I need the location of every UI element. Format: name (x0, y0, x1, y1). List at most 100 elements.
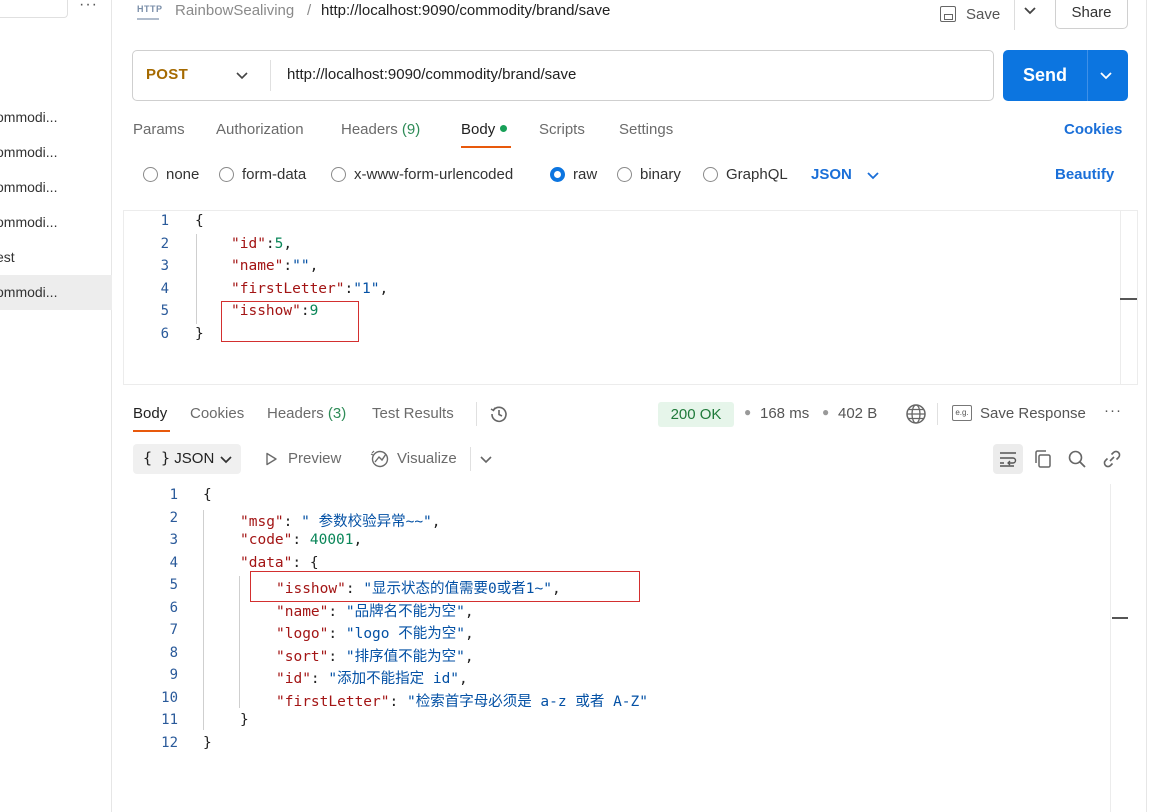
json-colon: : (265, 236, 275, 252)
sidebar-search-box[interactable] (0, 0, 68, 18)
body-type-form-data[interactable]: form-data (219, 166, 306, 183)
visualize-chevron-icon[interactable] (479, 452, 493, 466)
share-button[interactable]: Share (1055, 0, 1128, 29)
panel-divider (1146, 0, 1147, 812)
url-input[interactable]: http://localhost:9090/commodity/brand/sa… (287, 66, 576, 83)
save-button[interactable]: Save (940, 0, 1000, 30)
body-type-none[interactable]: none (143, 166, 199, 183)
json-comma: , (464, 649, 474, 665)
wrap-lines-icon (1000, 452, 1017, 467)
response-time[interactable]: 168 ms (760, 405, 809, 422)
globe-icon[interactable] (905, 403, 927, 425)
code-line: "id": "添加不能指定 id", (276, 671, 468, 687)
response-tab-cookies[interactable]: Cookies (190, 405, 244, 422)
response-more-icon[interactable]: ··· (1104, 402, 1122, 419)
code-line: "code": 40001, (240, 532, 363, 548)
sidebar-item[interactable]: ommodi... (0, 170, 112, 205)
meta-divider (937, 403, 938, 425)
line-number: 5 (169, 577, 178, 593)
json-value: "1" (353, 281, 380, 297)
cookies-link[interactable]: Cookies (1064, 121, 1122, 138)
response-tab-headers[interactable]: Headers (3) (267, 405, 346, 422)
body-type-binary[interactable]: binary (617, 166, 681, 183)
send-options-chevron-icon[interactable] (1099, 68, 1113, 82)
line-number: 6 (169, 600, 178, 616)
format-chevron-down-icon[interactable] (866, 168, 880, 182)
save-response-button[interactable]: Save Response (980, 405, 1086, 422)
json-comma: , (309, 258, 319, 274)
visualize-button[interactable]: Visualize (397, 450, 457, 467)
line-number: 4 (160, 281, 169, 297)
json-value: "添加不能指定 id" (328, 671, 460, 687)
sidebar-more-icon[interactable]: ··· (79, 0, 98, 14)
search-icon[interactable] (1067, 449, 1087, 469)
json-comma: , (464, 604, 474, 620)
tab-headers-label: Headers (341, 121, 398, 138)
meta-separator: ● (744, 405, 752, 419)
body-type-urlencoded[interactable]: x-www-form-urlencoded (331, 166, 513, 183)
response-divider (476, 402, 477, 426)
json-comma: , (283, 236, 293, 252)
save-divider (1014, 0, 1015, 30)
sidebar-item-label: ommodi... (0, 109, 58, 125)
method-chevron-down-icon[interactable] (235, 68, 249, 82)
radio-label: x-www-form-urlencoded (354, 166, 514, 183)
tab-params[interactable]: Params (133, 121, 185, 138)
link-icon[interactable] (1102, 449, 1122, 469)
copy-icon[interactable] (1033, 449, 1053, 469)
json-value: "logo 不能为空" (345, 626, 465, 642)
tab-settings[interactable]: Settings (619, 121, 673, 138)
beautify-button[interactable]: Beautify (1055, 166, 1114, 183)
response-size[interactable]: 402 B (838, 405, 877, 422)
code-line: "sort": "排序值不能为空", (276, 649, 474, 665)
method-select[interactable]: POST (146, 66, 188, 83)
code-line: "id":5, (231, 236, 292, 252)
preview-button[interactable]: Preview (288, 450, 341, 467)
history-icon[interactable] (489, 404, 509, 424)
tab-headers[interactable]: Headers (9) (341, 121, 420, 138)
save-dropdown-chevron-icon[interactable] (1022, 2, 1038, 18)
sidebar-item[interactable]: ommodi... (0, 100, 112, 135)
body-type-graphql[interactable]: GraphQL (703, 166, 788, 183)
save-icon (940, 6, 956, 22)
code-line: "name":"", (231, 258, 318, 274)
breadcrumb-request-name[interactable]: http://localhost:9090/commodity/brand/sa… (321, 2, 610, 19)
body-format-select[interactable]: JSON (811, 166, 852, 183)
sidebar-item[interactable]: ommodi... (0, 135, 112, 170)
code-line: { (203, 487, 212, 503)
response-tab-test-results[interactable]: Test Results (372, 405, 454, 422)
send-divider (1087, 50, 1088, 101)
response-format-chevron-icon[interactable] (219, 452, 233, 466)
sidebar-item-label: ommodi... (0, 179, 58, 195)
sidebar: ··· ommodi... ommodi... ommodi... ommodi… (0, 0, 112, 812)
json-key: "firstLetter" (276, 694, 390, 710)
line-number: 11 (161, 712, 178, 728)
code-line: "name": "品牌名不能为空", (276, 604, 474, 620)
sidebar-item[interactable]: ommodi... (0, 205, 112, 240)
response-scroll-marker (1112, 617, 1128, 619)
json-value: "排序值不能为空" (345, 649, 465, 665)
line-number: 9 (169, 667, 178, 683)
response-editor-scrollbar[interactable] (1110, 484, 1128, 812)
tab-authorization[interactable]: Authorization (216, 121, 304, 138)
radio-icon (143, 167, 158, 182)
tab-body[interactable]: Body (461, 121, 508, 138)
breadcrumb-collection[interactable]: RainbowSealiving (175, 2, 294, 19)
response-tab-headers-label: Headers (267, 405, 324, 422)
code-line: "logo": "logo 不能为空", (276, 626, 474, 642)
response-tab-body[interactable]: Body (133, 405, 167, 422)
radio-icon (219, 167, 234, 182)
json-value: " 参数校验异常~~" (301, 514, 432, 530)
indent-guide (203, 510, 204, 730)
json-comma: , (353, 532, 363, 548)
body-type-raw[interactable]: raw (550, 166, 597, 183)
status-badge[interactable]: 200 OK (658, 402, 734, 427)
tab-scripts[interactable]: Scripts (539, 121, 585, 138)
code-line: { (195, 213, 204, 229)
breadcrumb-separator: / (307, 2, 312, 19)
line-number: 7 (169, 622, 178, 638)
sidebar-item-active[interactable]: ommodi... (0, 275, 112, 310)
sidebar-item[interactable]: est (0, 240, 112, 275)
visualize-icon (370, 450, 389, 468)
radio-label: binary (640, 166, 681, 183)
